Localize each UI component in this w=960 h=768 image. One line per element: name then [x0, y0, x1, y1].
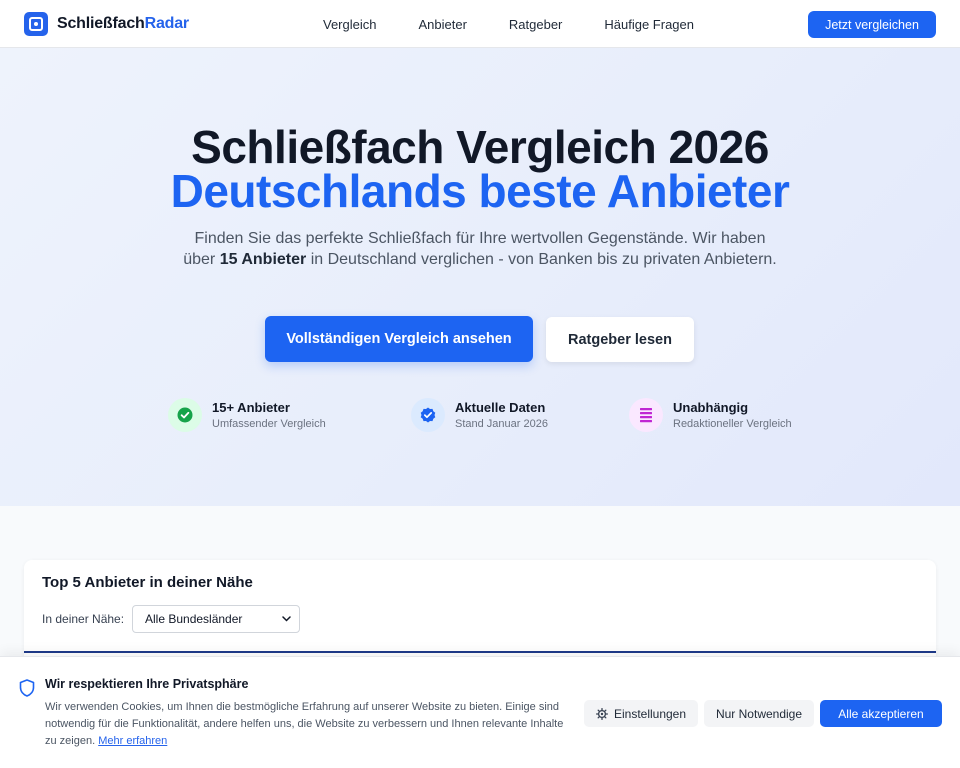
verified-badge-icon — [411, 398, 445, 432]
feature-current-data: Aktuelle Daten Stand Januar 2026 — [411, 398, 548, 432]
nav-link-ratgeber[interactable]: Ratgeber — [509, 17, 562, 32]
nav-link-faq[interactable]: Häufige Fragen — [604, 17, 694, 32]
shield-icon — [19, 679, 35, 697]
cookie-text: Wir verwenden Cookies, um Ihnen die best… — [45, 701, 564, 747]
check-circle-icon — [168, 398, 202, 432]
accept-all-button[interactable]: Alle akzeptieren — [820, 700, 942, 727]
cookie-title: Wir respektieren Ihre Privatsphäre — [45, 677, 249, 691]
cookie-banner: Wir respektieren Ihre Privatsphäre Wir v… — [0, 656, 960, 768]
feature-providers: 15+ Anbieter Umfassender Vergleich — [168, 398, 326, 432]
chevron-down-icon — [282, 616, 291, 622]
learn-more-link[interactable]: Mehr erfahren — [98, 735, 167, 747]
top5-title: Top 5 Anbieter in deiner Nähe — [42, 574, 253, 591]
gear-icon — [595, 707, 608, 720]
hero-section: Schließfach Vergleich 2026 Deutschlands … — [0, 48, 960, 506]
brand-logo-link[interactable]: SchließfachRadar — [24, 11, 189, 36]
compare-now-button[interactable]: Jetzt vergleichen — [808, 11, 936, 38]
top-navigation: SchließfachRadar Vergleich Anbieter Ratg… — [0, 0, 960, 48]
brand-name: SchließfachRadar — [57, 14, 189, 32]
cookie-settings-button[interactable]: Einstellungen — [584, 700, 698, 727]
region-filter-label: In deiner Nähe: — [42, 612, 125, 626]
full-comparison-button[interactable]: Vollständigen Vergleich ansehen — [265, 316, 533, 362]
nav-links: Vergleich Anbieter Ratgeber Häufige Frag… — [323, 0, 694, 48]
nav-link-anbieter[interactable]: Anbieter — [418, 17, 466, 32]
read-guide-button[interactable]: Ratgeber lesen — [546, 317, 694, 362]
essential-only-button[interactable]: Nur Notwendige — [704, 700, 814, 727]
feature-independent: Unabhängig Redaktioneller Vergleich — [629, 398, 792, 432]
hero-subtitle: Deutschlands beste Anbieter — [170, 165, 790, 217]
safe-icon — [24, 11, 48, 36]
table-header-rule — [24, 651, 936, 653]
region-select[interactable]: Alle Bundesländer — [132, 605, 300, 633]
hero-lead: Finden Sie das perfekte Schließfach für … — [183, 230, 777, 268]
nav-link-vergleich[interactable]: Vergleich — [323, 17, 376, 32]
document-lines-icon — [629, 398, 663, 432]
